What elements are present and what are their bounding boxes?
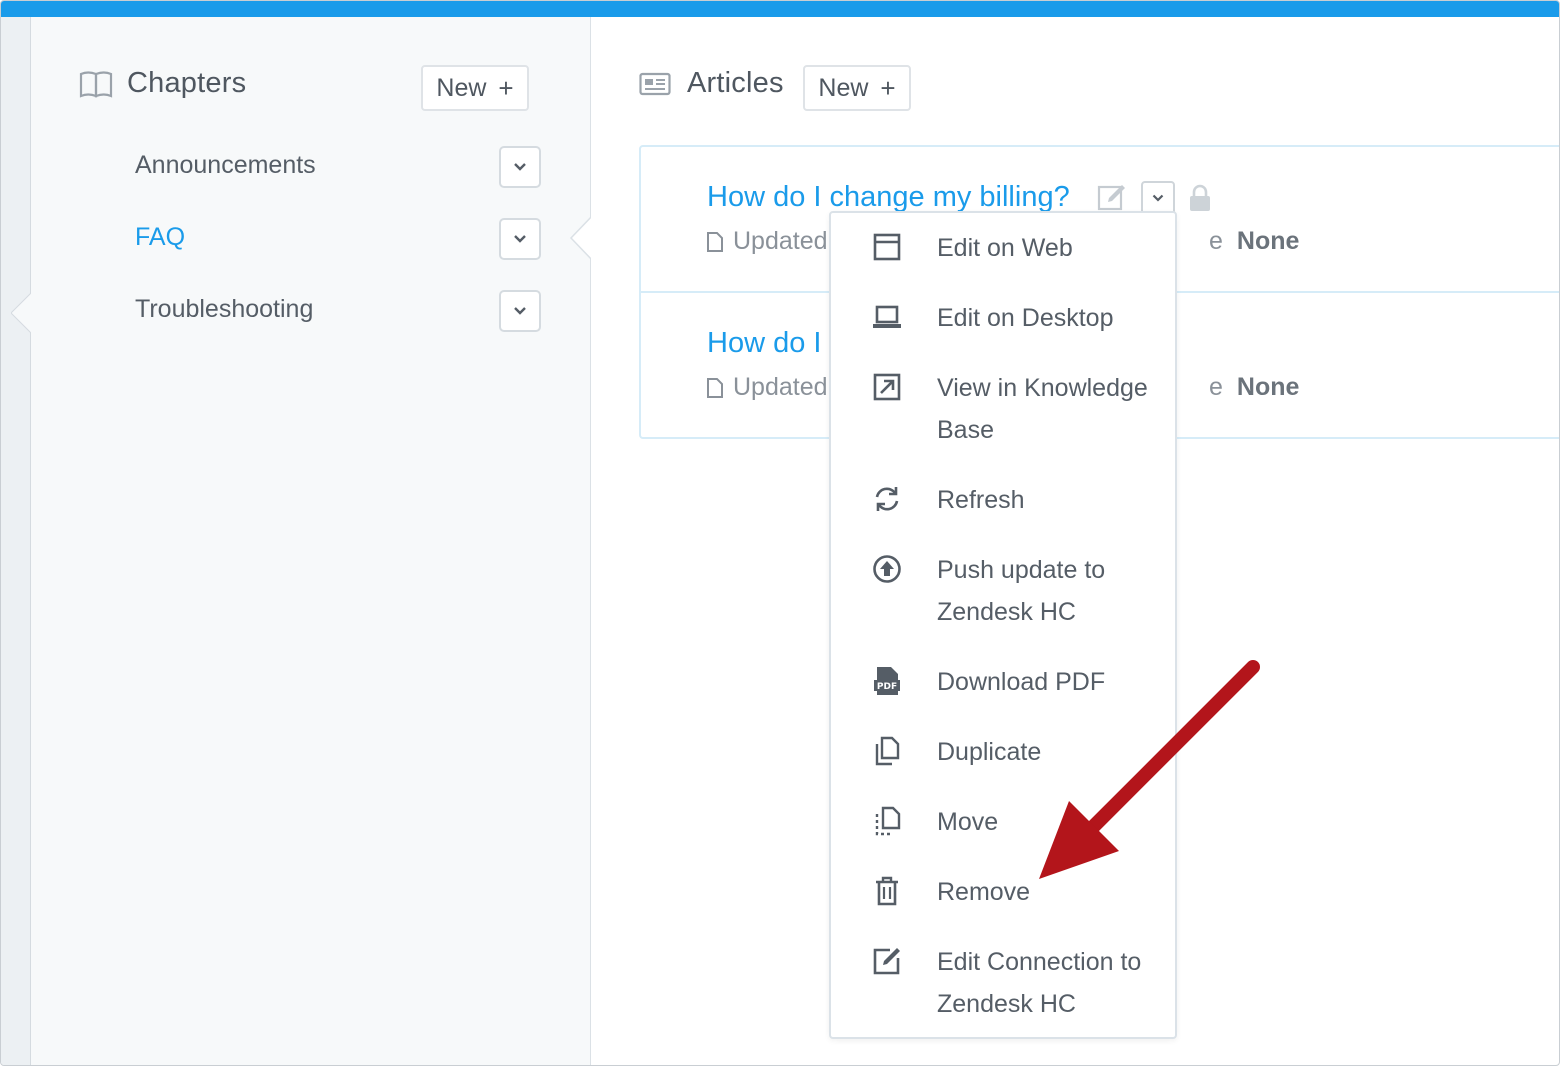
move-icon (871, 805, 903, 837)
lock-icon (1190, 184, 1210, 211)
article-right-prefix: e (1209, 227, 1223, 255)
chapters-header: Chapters (79, 67, 246, 100)
article-actions (1097, 181, 1211, 215)
chevron-down-icon (514, 235, 526, 243)
menu-label: Edit on Web (937, 234, 1073, 262)
top-accent-bar (1, 1, 1559, 17)
chevron-down-icon (514, 307, 526, 315)
pdf-glyph: PDF (877, 682, 897, 692)
chapter-dropdown-button[interactable] (499, 218, 541, 260)
articles-header: Articles (639, 67, 784, 100)
app-window: Chapters New + Announcements FAQ Trouble… (0, 0, 1560, 1066)
article-dropdown-button[interactable] (1141, 181, 1175, 215)
chapter-item-faq[interactable]: FAQ (135, 223, 185, 252)
external-link-icon (871, 371, 903, 403)
new-chapter-button[interactable]: New + (421, 65, 529, 111)
article-updated-text: Updated (733, 227, 828, 255)
file-icon (707, 231, 723, 252)
book-icon (79, 70, 113, 98)
menu-label: View in Knowledge Base (937, 374, 1148, 444)
new-article-label: New (818, 73, 869, 102)
new-article-button[interactable]: New + (803, 65, 911, 111)
chevron-down-icon (1152, 194, 1164, 202)
article-title-link[interactable]: How do I change my billing? (707, 181, 1070, 214)
new-chapter-label: New (436, 73, 487, 102)
annotation-arrow (1039, 660, 1260, 879)
article-title-link[interactable]: How do I (707, 327, 821, 360)
chapter-dropdown-button[interactable] (499, 146, 541, 188)
pdf-icon: PDF (871, 665, 903, 697)
left-rail-pointer (11, 291, 33, 335)
menu-label: Edit Connection to Zendesk HC (937, 948, 1142, 1018)
laptop-icon (871, 301, 903, 333)
menu-label: Push update to Zendesk HC (937, 556, 1106, 626)
article-right-prefix: e (1209, 373, 1223, 401)
left-rail (1, 17, 31, 1065)
newspaper-icon (639, 72, 671, 96)
article-right-info: e None (1209, 227, 1299, 256)
menu-label: Edit on Desktop (937, 304, 1114, 332)
article-connection-value: None (1236, 227, 1300, 255)
chevron-down-icon (514, 163, 526, 171)
article-right-info: e None (1209, 373, 1299, 402)
article-meta: Updated (707, 373, 828, 402)
sidebar-active-pointer (569, 215, 593, 261)
edit-icon (871, 945, 903, 977)
article-connection-value: None (1236, 373, 1300, 401)
article-context-menu: Edit on Web Edit on Desktop View in Know… (829, 211, 1177, 1039)
plus-icon: + (498, 73, 514, 103)
chapter-item-troubleshooting[interactable]: Troubleshooting (135, 295, 313, 324)
menu-label: Refresh (937, 486, 1025, 514)
article-updated-text: Updated (733, 373, 828, 401)
upload-circle-icon (871, 553, 903, 585)
edit-icon[interactable] (1097, 183, 1127, 213)
chapter-item-announcements[interactable]: Announcements (135, 151, 316, 180)
plus-icon: + (880, 73, 896, 103)
copy-icon (871, 735, 903, 767)
chapter-dropdown-button[interactable] (499, 290, 541, 332)
browser-window-icon (871, 231, 903, 263)
refresh-icon (871, 483, 903, 515)
articles-title: Articles (687, 67, 784, 99)
trash-icon (871, 875, 903, 907)
article-meta: Updated (707, 227, 828, 256)
file-icon (707, 377, 723, 398)
chapters-title: Chapters (127, 67, 247, 99)
